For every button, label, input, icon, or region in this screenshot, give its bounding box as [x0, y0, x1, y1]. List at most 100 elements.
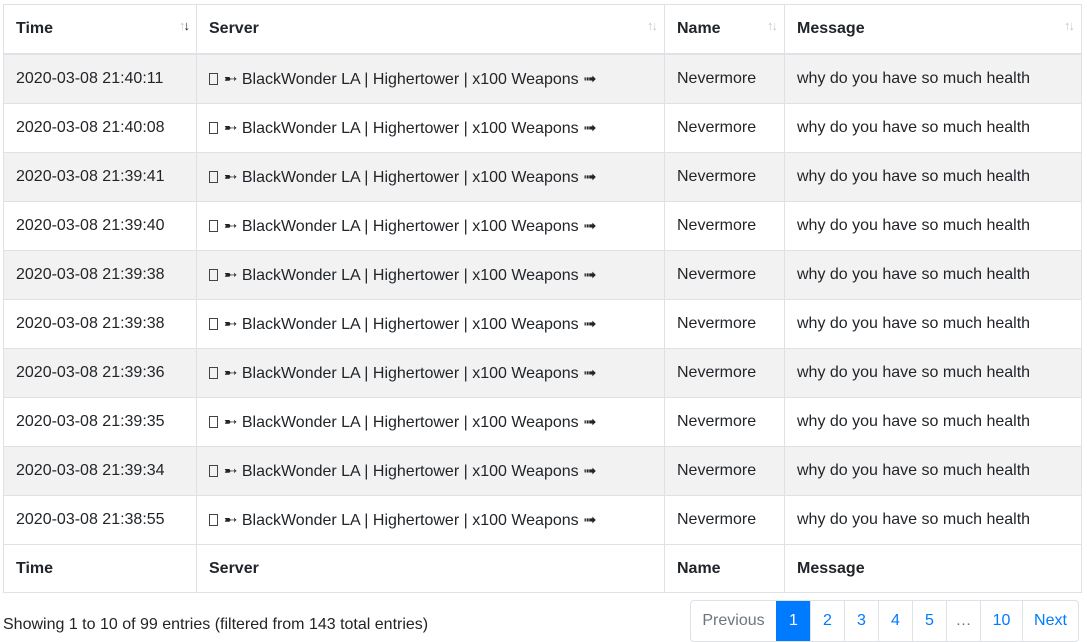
page-button-3[interactable]: 3 [844, 601, 878, 641]
cell-time: 2020-03-08 21:39:34 [3, 446, 197, 496]
square-glyph-icon [209, 367, 218, 379]
cell-message: why do you have so much health [784, 250, 1082, 300]
page-button-5[interactable]: 5 [912, 601, 946, 641]
table-row[interactable]: 2020-03-08 21:38:55 ➸ BlackWonder LA | Hi… [3, 495, 1082, 545]
square-glyph-icon [209, 122, 218, 134]
cell-server: ➸ BlackWonder LA | Highertower | x100 We… [196, 201, 665, 251]
square-glyph-icon [209, 465, 218, 477]
cell-server: ➸ BlackWonder LA | Highertower | x100 We… [196, 53, 665, 104]
column-header-message[interactable]: Message ↑↓ [784, 4, 1082, 55]
page-button-10[interactable]: 10 [980, 601, 1022, 641]
square-glyph-icon [209, 416, 218, 428]
cell-message: why do you have so much health [784, 103, 1082, 153]
table-row[interactable]: 2020-03-08 21:39:36 ➸ BlackWonder LA | Hi… [3, 348, 1082, 398]
cell-time: 2020-03-08 21:38:55 [3, 495, 197, 545]
column-header-label: Server [209, 20, 259, 37]
table-body: 2020-03-08 21:40:11 ➸ BlackWonder LA | Hi… [3, 53, 1082, 545]
cell-message: why do you have so much health [784, 348, 1082, 398]
server-name-text: ➸ BlackWonder LA | Highertower | x100 We… [224, 267, 597, 284]
cell-server: ➸ BlackWonder LA | Highertower | x100 We… [196, 348, 665, 398]
cell-message: why do you have so much health [784, 152, 1082, 202]
cell-time: 2020-03-08 21:39:38 [3, 250, 197, 300]
cell-time: 2020-03-08 21:40:08 [3, 103, 197, 153]
cell-name: Nevermore [664, 201, 785, 251]
cell-name: Nevermore [664, 299, 785, 349]
server-name-text: ➸ BlackWonder LA | Highertower | x100 We… [224, 512, 597, 529]
cell-name: Nevermore [664, 103, 785, 153]
page-button-4[interactable]: 4 [878, 601, 912, 641]
server-name-text: ➸ BlackWonder LA | Highertower | x100 We… [224, 169, 597, 186]
page-button-1[interactable]: 1 [776, 601, 810, 641]
previous-button[interactable]: Previous [691, 601, 776, 641]
cell-server: ➸ BlackWonder LA | Highertower | x100 We… [196, 299, 665, 349]
square-glyph-icon [209, 269, 218, 281]
cell-time: 2020-03-08 21:39:35 [3, 397, 197, 447]
sort-arrows-icon: ↑↓ [767, 18, 778, 33]
server-name-text: ➸ BlackWonder LA | Highertower | x100 We… [224, 120, 597, 137]
square-glyph-icon [209, 220, 218, 232]
cell-time: 2020-03-08 21:39:40 [3, 201, 197, 251]
cell-message: why do you have so much health [784, 201, 1082, 251]
cell-message: why do you have so much health [784, 397, 1082, 447]
table-row[interactable]: 2020-03-08 21:40:11 ➸ BlackWonder LA | Hi… [3, 53, 1082, 104]
square-glyph-icon [209, 171, 218, 183]
cell-name: Nevermore [664, 250, 785, 300]
column-header-label: Message [797, 20, 865, 37]
sort-arrows-icon: ↑↓ [647, 18, 658, 33]
footer-label-message: Message [784, 544, 1082, 593]
table-row[interactable]: 2020-03-08 21:39:34 ➸ BlackWonder LA | Hi… [3, 446, 1082, 496]
table-row[interactable]: 2020-03-08 21:39:38 ➸ BlackWonder LA | Hi… [3, 250, 1082, 300]
header-row: Time ↑↓ Server ↑↓ Name ↑↓ Message ↑↓ [3, 4, 1082, 55]
cell-message: why do you have so much health [784, 53, 1082, 104]
cell-time: 2020-03-08 21:39:38 [3, 299, 197, 349]
page-ellipsis: … [946, 601, 980, 641]
column-header-name[interactable]: Name ↑↓ [664, 4, 785, 55]
log-table: Time ↑↓ Server ↑↓ Name ↑↓ Message ↑↓ 202… [3, 4, 1082, 593]
footer-label-name: Name [664, 544, 785, 593]
pagination: Previous 1 2 3 4 5 … 10 Next [690, 600, 1079, 642]
table-row[interactable]: 2020-03-08 21:40:08 ➸ BlackWonder LA | Hi… [3, 103, 1082, 153]
server-name-text: ➸ BlackWonder LA | Highertower | x100 We… [224, 414, 597, 431]
square-glyph-icon [209, 318, 218, 330]
cell-message: why do you have so much health [784, 299, 1082, 349]
server-name-text: ➸ BlackWonder LA | Highertower | x100 We… [224, 463, 597, 480]
cell-name: Nevermore [664, 53, 785, 104]
cell-time: 2020-03-08 21:39:41 [3, 152, 197, 202]
cell-message: why do you have so much health [784, 446, 1082, 496]
cell-server: ➸ BlackWonder LA | Highertower | x100 We… [196, 397, 665, 447]
square-glyph-icon [209, 514, 218, 526]
column-header-label: Name [677, 20, 721, 37]
table-row[interactable]: 2020-03-08 21:39:40 ➸ BlackWonder LA | Hi… [3, 201, 1082, 251]
page-button-2[interactable]: 2 [810, 601, 844, 641]
cell-time: 2020-03-08 21:39:36 [3, 348, 197, 398]
footer-label-server: Server [196, 544, 665, 593]
table-row[interactable]: 2020-03-08 21:39:35 ➸ BlackWonder LA | Hi… [3, 397, 1082, 447]
square-glyph-icon [209, 73, 218, 85]
cell-server: ➸ BlackWonder LA | Highertower | x100 We… [196, 152, 665, 202]
column-header-server[interactable]: Server ↑↓ [196, 4, 665, 55]
column-header-label: Time [16, 20, 54, 37]
table-row[interactable]: 2020-03-08 21:39:41 ➸ BlackWonder LA | Hi… [3, 152, 1082, 202]
cell-name: Nevermore [664, 495, 785, 545]
cell-server: ➸ BlackWonder LA | Highertower | x100 We… [196, 495, 665, 545]
footer-label-time: Time [3, 544, 197, 593]
server-name-text: ➸ BlackWonder LA | Highertower | x100 We… [224, 71, 597, 88]
cell-time: 2020-03-08 21:40:11 [3, 53, 197, 104]
server-name-text: ➸ BlackWonder LA | Highertower | x100 We… [224, 316, 597, 333]
cell-name: Nevermore [664, 152, 785, 202]
server-name-text: ➸ BlackWonder LA | Highertower | x100 We… [224, 365, 597, 382]
cell-server: ➸ BlackWonder LA | Highertower | x100 We… [196, 250, 665, 300]
next-button[interactable]: Next [1022, 601, 1078, 641]
cell-name: Nevermore [664, 446, 785, 496]
table-row[interactable]: 2020-03-08 21:39:38 ➸ BlackWonder LA | Hi… [3, 299, 1082, 349]
column-header-time[interactable]: Time ↑↓ [3, 4, 197, 55]
sort-arrows-icon: ↑↓ [179, 18, 190, 33]
server-name-text: ➸ BlackWonder LA | Highertower | x100 We… [224, 218, 597, 235]
cell-server: ➸ BlackWonder LA | Highertower | x100 We… [196, 103, 665, 153]
cell-server: ➸ BlackWonder LA | Highertower | x100 We… [196, 446, 665, 496]
cell-message: why do you have so much health [784, 495, 1082, 545]
cell-name: Nevermore [664, 348, 785, 398]
sort-arrows-icon: ↑↓ [1064, 18, 1075, 33]
cell-name: Nevermore [664, 397, 785, 447]
table-info-text: Showing 1 to 10 of 99 entries (filtered … [3, 616, 429, 633]
